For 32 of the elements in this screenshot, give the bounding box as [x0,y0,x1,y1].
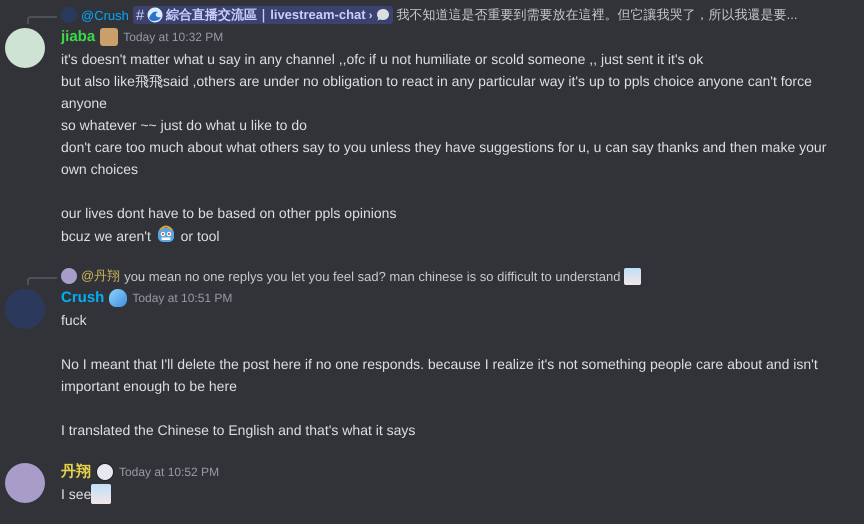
profile-badge-icon [109,289,128,307]
message-text: bcuz we aren't [61,228,152,244]
username[interactable]: Crush [61,287,104,309]
reply-preview-text: you mean no one replys you let you feel sad? man chinese is so difficult to understand [124,268,620,284]
reply-avatar [61,268,77,284]
message-text: fuck [61,312,87,328]
timestamp: Today at 10:51 PM [132,290,232,307]
reply-avatar [61,7,77,23]
message-text: No I meant that I'll delete the post here if no one responds. because I realize it's not something people care about and isn't important enough to be here [61,356,818,394]
reply-author-mention[interactable]: @Crush [81,8,129,22]
message-text: our lives dont have to be based on other ppls opinions [61,205,396,221]
username[interactable]: 丹翔 [61,461,91,483]
timestamp: Today at 10:32 PM [123,29,224,46]
user-avatar[interactable] [5,28,45,68]
message-text: I translated the Chinese to English and that's what it says [61,422,416,438]
profile-badge-icon [96,463,114,481]
message-text: or tool [180,228,220,244]
message-text: so whatever ~~ just do what u like to do [61,117,307,133]
username[interactable]: jiaba [61,26,96,48]
message-text: I see [61,486,92,502]
message-text: it's doesn't matter what u say in any channel ,,ofc if u not humiliate or scold someone ,, just sent it it's ok [61,51,704,67]
timestamp: Today at 10:52 PM [119,464,220,481]
profile-badge-icon [100,28,118,46]
wave-icon [147,7,164,23]
reply-preview-text: 我不知道這是否重要到需要放在這裡。但它讓我哭了，所以我還是要... [396,6,798,24]
reply-connector [27,16,57,24]
channel-mention[interactable]: # 綜合直播交流區｜livestream-chat › [132,6,393,24]
message-text: don't care too much about what others say to you unless they have suggestions for u, u can say thanks and then make your own choices [61,139,826,177]
speech-bubble-icon [376,8,390,22]
user-avatar[interactable] [5,463,45,503]
reply-author-mention[interactable]: @丹翔 [81,267,120,285]
reply-connector [27,277,57,285]
